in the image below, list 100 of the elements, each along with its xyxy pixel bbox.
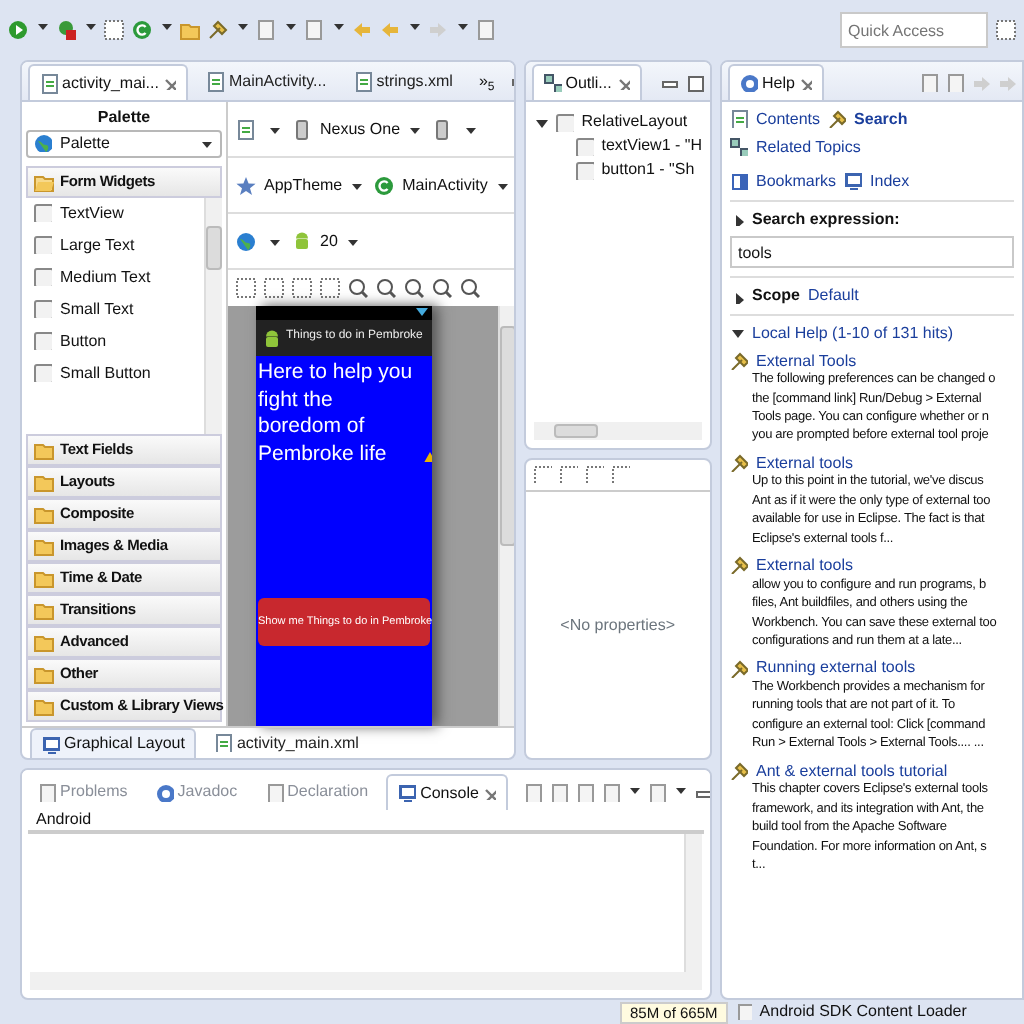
palette-item[interactable]: Small Text	[26, 293, 204, 326]
phone-icon[interactable]	[432, 119, 453, 139]
palette-title: Palette	[97, 108, 151, 128]
expanded-triangle-icon[interactable]	[730, 326, 744, 341]
document-icon[interactable]	[256, 20, 276, 40]
close-icon[interactable]	[798, 76, 813, 90]
folder-icon	[34, 535, 54, 556]
index-icon	[844, 172, 863, 191]
activity-dropdown[interactable]: MainActivity	[402, 175, 488, 195]
topic-icon	[730, 454, 748, 473]
result-link[interactable]: External Tools	[756, 351, 857, 371]
javadoc-icon	[155, 783, 174, 801]
help-link[interactable]: Related Topics	[730, 137, 861, 157]
close-icon[interactable]	[615, 76, 630, 90]
local-help-title[interactable]: Local Help (1-10 of 131 hits)	[752, 323, 953, 344]
wrench-icon[interactable]	[208, 20, 228, 40]
caret-icon[interactable]	[350, 179, 363, 191]
section-title[interactable]: Scope	[752, 286, 801, 306]
palette-icon	[34, 134, 52, 153]
xml-file-icon	[354, 72, 373, 92]
device-dropdown[interactable]: Nexus One	[320, 119, 401, 139]
run-icon[interactable]	[132, 20, 152, 40]
perspective-icon[interactable]	[996, 20, 1016, 40]
expanded-triangle-icon[interactable]	[533, 115, 548, 129]
document-icon[interactable]	[946, 74, 964, 92]
tree-item[interactable]: button1 - "Sh	[533, 158, 702, 182]
status-job: Android SDK Content Loader	[759, 1002, 967, 1022]
android-icon	[262, 329, 280, 347]
result-link[interactable]: Running external tools	[756, 658, 916, 678]
palette-item[interactable]: Small Button	[26, 357, 204, 390]
android-icon	[292, 231, 312, 251]
editor-tab[interactable]: MainActivity...	[196, 64, 337, 100]
folder-icon	[34, 631, 54, 652]
editor-mode-tab[interactable]: activity_main.xml	[204, 728, 369, 758]
xml-file-icon	[40, 73, 58, 93]
zoom-icon[interactable]	[404, 278, 424, 298]
folder-icon	[34, 503, 54, 524]
tree-item[interactable]: textView1 - "H	[533, 134, 702, 158]
editor-tab[interactable]: strings.xml	[344, 64, 463, 100]
scope-link[interactable]: Default	[808, 286, 859, 306]
globe-icon[interactable]	[236, 231, 256, 251]
class-icon	[374, 175, 395, 195]
editor-mode-tab[interactable]: Graphical Layout	[30, 728, 197, 758]
topic-icon	[730, 556, 748, 575]
caret-icon[interactable]	[495, 179, 508, 191]
console-tab[interactable]: Console	[386, 774, 509, 810]
maximize-icon[interactable]	[686, 74, 704, 92]
help-link[interactable]: Bookmarks	[730, 172, 837, 192]
document-icon[interactable]	[476, 20, 496, 40]
scrollbar[interactable]	[684, 833, 702, 972]
help-link[interactable]: Contents	[730, 110, 821, 130]
zoom-icon[interactable]	[460, 278, 480, 298]
caret-icon[interactable]	[345, 235, 358, 247]
theme-dropdown[interactable]: AppTheme	[264, 175, 343, 195]
collapsed-triangle-icon[interactable]	[730, 212, 744, 227]
bookmarks-icon	[730, 172, 748, 191]
help-link[interactable]: Index	[844, 172, 910, 192]
close-icon[interactable]	[162, 76, 177, 90]
palette-item[interactable]: Button	[26, 325, 204, 358]
palette-item[interactable]: TextView	[26, 197, 204, 230]
caret-icon	[200, 137, 214, 150]
debug-icon[interactable]	[56, 20, 76, 40]
topic-icon	[730, 761, 748, 780]
result-link[interactable]: External tools	[756, 453, 853, 473]
api-level-dropdown[interactable]: 20	[320, 231, 338, 251]
help-link[interactable]: Search	[828, 110, 908, 130]
zoom-icon[interactable]	[432, 278, 452, 298]
collapsed-triangle-icon[interactable]	[730, 289, 744, 304]
more-tabs-button[interactable]: »$_{5}$	[478, 72, 495, 92]
folder-icon	[34, 567, 54, 588]
caret-icon[interactable]	[268, 235, 280, 247]
editor-tab[interactable]: activity_mai...	[28, 64, 189, 100]
scrollbar[interactable]	[204, 197, 222, 434]
warning-icon	[420, 449, 432, 462]
result-link[interactable]: Ant & external tools tutorial	[756, 761, 948, 781]
help-tab[interactable]: Help	[728, 64, 825, 100]
caret-icon[interactable]	[268, 123, 280, 135]
grid-icon[interactable]	[104, 20, 124, 40]
caret-icon[interactable]	[464, 123, 477, 135]
document-icon[interactable]	[304, 20, 324, 40]
zoom-icon[interactable]	[348, 278, 368, 298]
folder-icon	[34, 663, 54, 684]
caret-icon[interactable]	[408, 123, 421, 135]
palette-item[interactable]: Medium Text	[26, 261, 204, 294]
scrollbar[interactable]	[497, 306, 514, 726]
outline-tab[interactable]: Outli...	[531, 64, 642, 100]
scrollbar[interactable]	[533, 422, 702, 440]
scrollbar[interactable]	[30, 972, 702, 990]
palette-dropdown[interactable]: Palette	[26, 130, 222, 158]
result-link[interactable]: External tools	[756, 556, 853, 576]
document-icon[interactable]	[236, 119, 256, 139]
section-title[interactable]: Search expression:	[752, 209, 900, 229]
quick-access-field[interactable]: Quick Access	[840, 12, 988, 48]
search-field[interactable]: tools	[730, 236, 1014, 269]
console-name: Android	[36, 810, 92, 828]
palette-item[interactable]: Large Text	[26, 229, 204, 262]
zoom-icon[interactable]	[376, 278, 396, 298]
run-icon[interactable]	[8, 20, 28, 40]
tree-item[interactable]: RelativeLayout	[533, 110, 702, 134]
close-icon[interactable]	[482, 786, 497, 800]
